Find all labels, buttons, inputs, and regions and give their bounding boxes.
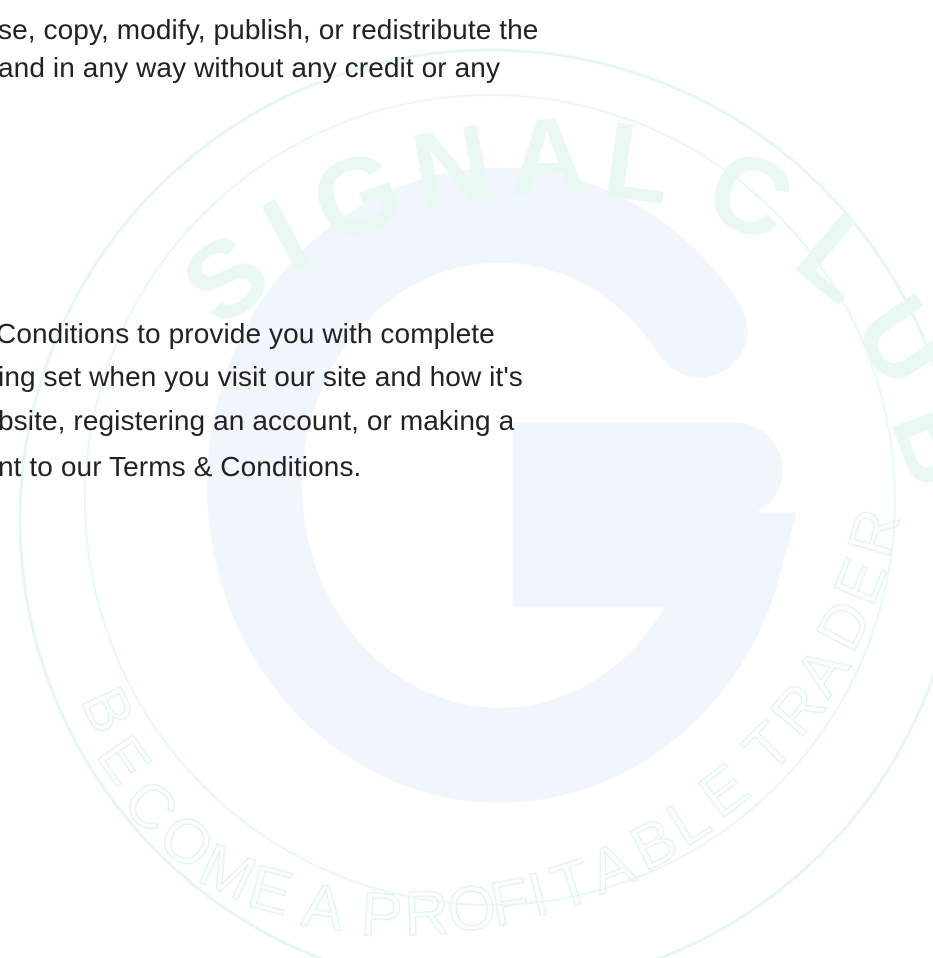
svg-text:I: I (522, 859, 555, 930)
watermark-tagline: B E C O M E A P R O F I T A B L E T R A … (67, 501, 915, 952)
svg-text:E: E (821, 549, 900, 613)
svg-text:F: F (485, 865, 534, 940)
paragraph-line: bsite, registering an account, or making… (0, 405, 515, 436)
svg-text:I: I (244, 174, 327, 295)
svg-text:G: G (296, 124, 416, 266)
svg-text:B: B (868, 386, 933, 501)
svg-text:A: A (579, 828, 644, 908)
svg-text:O: O (444, 872, 499, 946)
watermark-inner-ring (84, 94, 896, 906)
svg-text:A: A (298, 871, 349, 945)
svg-text:B: B (67, 677, 147, 744)
watermark-outer-ring (18, 48, 933, 958)
svg-text:T: T (731, 709, 807, 785)
svg-text:R: R (835, 502, 914, 564)
svg-text:M: M (189, 830, 265, 914)
svg-text:T: T (543, 846, 600, 923)
paragraph-line: Conditions to provide you with complete (0, 318, 495, 349)
paragraph-line: and in any way without any credit or any (0, 52, 501, 83)
paragraph-line: ing set when you visit our site and how … (0, 361, 523, 392)
watermark-g-mark (207, 167, 797, 803)
svg-text:B: B (620, 804, 688, 884)
svg-text:U: U (831, 274, 933, 407)
svg-text:L: L (597, 98, 679, 227)
svg-text:C: C (110, 766, 190, 846)
svg-text:P: P (359, 880, 404, 951)
svg-text:E: E (687, 751, 762, 831)
watermark-brand-text: S I G N A L C L U B (160, 94, 933, 501)
svg-text:R: R (403, 878, 450, 949)
svg-text:R: R (758, 670, 840, 749)
svg-text:A: A (507, 94, 589, 218)
paragraph-line: se, copy, modify, publish, or redistribu… (0, 14, 539, 45)
svg-text:D: D (803, 590, 885, 662)
svg-text:A: A (782, 634, 863, 707)
svg-text:L: L (775, 190, 903, 325)
svg-text:O: O (147, 800, 226, 884)
svg-text:C: C (691, 124, 809, 265)
svg-text:E: E (84, 723, 164, 796)
svg-text:E: E (241, 852, 299, 929)
page: S I G N A L C L U B B E C O M E A P R O … (0, 0, 933, 958)
svg-text:N: N (403, 100, 501, 233)
paragraph-line: nt to our Terms & Conditions. (0, 451, 362, 482)
svg-text:L: L (656, 783, 722, 860)
